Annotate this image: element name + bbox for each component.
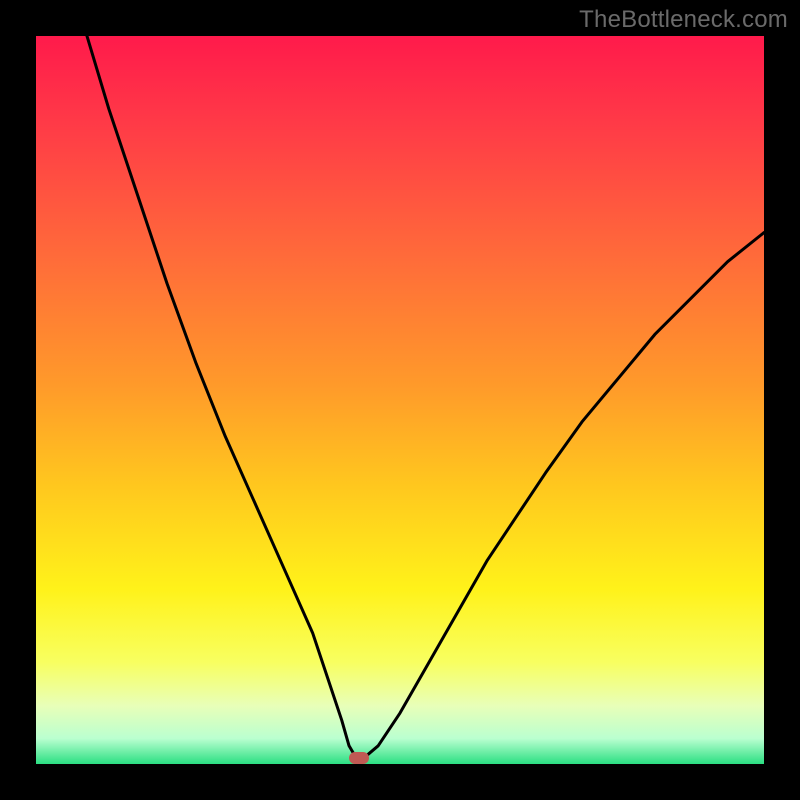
chart-frame: TheBottleneck.com	[0, 0, 800, 800]
gradient-background	[36, 36, 764, 764]
watermark-text: TheBottleneck.com	[579, 6, 788, 34]
optimum-marker	[349, 752, 369, 764]
plot-area	[36, 36, 764, 764]
plot-svg	[36, 36, 764, 764]
